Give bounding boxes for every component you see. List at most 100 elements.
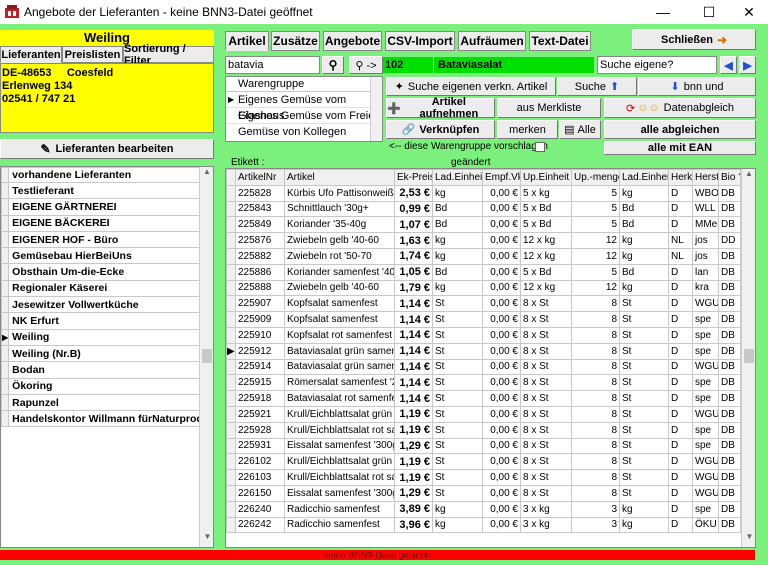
article-grid-scrollbar[interactable]: ▲ ▼ — [741, 169, 755, 547]
table-row[interactable]: 225928 Krull/Eichblattsalat rot sam 1,19 €… — [226, 421, 741, 439]
supplier-row[interactable]: EIGENER HOF - Büro — [1, 230, 213, 249]
search-next-button[interactable]: ⚲ -> — [349, 56, 383, 74]
next-arrow-button[interactable]: ▶ — [739, 56, 756, 74]
supplier-row[interactable]: Testlieferant — [1, 181, 213, 200]
tab-aufraeumen[interactable]: Aufräumen — [458, 31, 526, 51]
tab-csv-import[interactable]: CSV-Import — [385, 31, 455, 51]
alle-mit-ean-button[interactable]: alle mit EAN — [604, 141, 756, 155]
prev-arrow-button[interactable]: ◀ — [720, 56, 737, 74]
tab-zusaetze[interactable]: Zusätze — [271, 31, 320, 51]
supplier-row[interactable]: ▶ Weiling — [1, 328, 213, 346]
scroll-down-icon[interactable]: ▼ — [200, 532, 213, 541]
supplier-row[interactable]: Ökoring — [1, 377, 213, 395]
table-row[interactable]: 225882 Zwiebeln rot '50-70 1,74 € kg 0,00 €1… — [226, 247, 741, 265]
tab-artikel[interactable]: Artikel — [225, 31, 269, 51]
warengruppe-item[interactable]: ▶ Eigenes Gemüse vom Glashaus — [226, 92, 382, 122]
table-row[interactable]: 225921 Krull/Eichblattsalat grün sa 1,19 €… — [226, 405, 741, 423]
supplier-row[interactable]: Gemüsebau HierBeiUns — [1, 247, 213, 265]
table-cell: MMei — [692, 216, 719, 234]
table-row[interactable]: 226242 Radicchio samenfest 3,96 € kg 0,00 €3… — [226, 516, 741, 534]
supplier-row[interactable]: EIGENE GÄRTNEREI — [1, 198, 213, 216]
suche-eigene-input[interactable]: Suche eigene? — [597, 56, 717, 74]
supplier-row[interactable]: Rapunzel — [1, 393, 213, 412]
tab-angebote[interactable]: Angebote — [323, 31, 382, 51]
table-row[interactable]: 226102 Krull/Eichblattsalat grün sa 1,19 €… — [226, 453, 741, 471]
table-row[interactable]: 225910 Kopfsalat rot samenfest 1,14 € St 0,0… — [226, 326, 741, 344]
tab-sortierung-filter[interactable]: Sortierung / Filter — [123, 43, 214, 67]
datenabgleich-button[interactable]: ⟳ ☺☺ Datenabgleich — [604, 98, 756, 118]
scroll-thumb[interactable] — [202, 349, 212, 363]
supplier-row[interactable]: Regionaler Käserei — [1, 279, 213, 298]
close-icon[interactable]: ✕ — [728, 0, 768, 24]
table-row[interactable]: 225843 Schnittlauch '30g+ 0,99 € Bd 0,00 €5 … — [226, 200, 741, 218]
supplier-row[interactable]: Obsthain Um-die-Ecke — [1, 263, 213, 281]
supplier-row[interactable]: Weiling (Nr.B) — [1, 344, 213, 363]
supplier-row[interactable]: Handelskontor Willmann fürNaturproduk — [1, 410, 213, 428]
column-header[interactable]: Ek-Preis — [394, 169, 433, 186]
table-row[interactable]: 225888 Zwiebeln gelb '40-60 1,79 € kg 0,00 €… — [226, 279, 741, 297]
warengruppe-item[interactable]: Gemüse von Kollegen — [226, 124, 382, 140]
search-input[interactable]: batavia — [225, 56, 320, 74]
table-row[interactable]: 225828Kürbis Ufo Pattisonweiß sa2,53 €kg… — [226, 184, 741, 202]
row-pointer-icon: ▶ — [228, 95, 235, 104]
table-cell: 0,00 € — [482, 232, 521, 249]
minimize-icon[interactable]: — — [642, 0, 684, 24]
supplier-row[interactable]: Jesewitzer Vollwertküche — [1, 296, 213, 314]
column-header[interactable]: Up.-menge — [571, 169, 620, 186]
supplier-row[interactable]: EIGENE BÄCKEREI — [1, 214, 213, 232]
column-header[interactable]: Up.Einheit — [520, 169, 572, 186]
column-header[interactable]: Lad.Einheit — [432, 169, 483, 186]
table-row[interactable]: 225907 Kopfsalat samenfest 1,14 € St 0,00 €8… — [226, 295, 741, 313]
table-row[interactable]: ▶ 225912 Bataviasalat grün samenfe 1,14 € St… — [226, 342, 741, 360]
table-row[interactable]: 225886 Koriander samenfest '40g 1,05 € Bd 0,… — [226, 263, 741, 281]
table-row[interactable]: 225909 Kopfsalat samenfest 1,14 € St 0,00 €8… — [226, 311, 741, 328]
column-header[interactable]: Lad.Einheit — [619, 169, 669, 186]
supplier-row[interactable]: NK Erfurt — [1, 312, 213, 330]
warengruppe-scrollbar[interactable] — [370, 77, 382, 141]
table-cell: DB — [718, 263, 741, 281]
supplier-list-scrollbar[interactable]: ▲ ▼ — [199, 167, 213, 547]
column-header[interactable]: Empf.Vk — [482, 169, 521, 186]
table-cell: 1,19 € — [394, 453, 433, 471]
supplier-row[interactable]: Bodan — [1, 361, 213, 379]
aus-merkliste-button[interactable]: aus Merkliste — [497, 98, 601, 118]
tab-preislisten[interactable]: Preislisten — [62, 46, 123, 63]
suche-eigenen-button[interactable]: ✦ Suche eigenen verkn. Artikel — [386, 77, 556, 96]
table-cell: 226150 — [235, 484, 285, 502]
tab-lieferanten[interactable]: Lieferanten — [0, 46, 62, 63]
bnn-und-button[interactable]: ⬇ bnn und — [638, 77, 756, 96]
column-header[interactable]: ArtikelNr — [235, 169, 285, 186]
close-button[interactable]: Schließen ➜ — [632, 29, 756, 50]
table-cell: 8 — [571, 453, 620, 471]
scroll-up-icon[interactable]: ▲ — [742, 169, 755, 178]
verknuepfen-button[interactable]: 🔗 Verknüpfen — [386, 120, 495, 139]
maximize-icon[interactable]: ☐ — [688, 0, 730, 24]
warengruppe-vorschlagen-checkbox[interactable] — [535, 142, 545, 152]
scroll-thumb[interactable] — [744, 349, 754, 363]
search-button[interactable]: ⚲ — [322, 56, 344, 74]
tab-text-datei[interactable]: Text-Datei — [529, 31, 591, 51]
alle-button[interactable]: ▤ Alle — [559, 120, 601, 139]
table-cell: 226240 — [235, 500, 285, 518]
table-row[interactable]: 226150 Eissalat samenfest '300g+ 1,29 € St 0… — [226, 484, 741, 502]
suche-button[interactable]: Suche ⬆ — [557, 77, 637, 96]
artikel-aufnehmen-button[interactable]: ➕ Artikel aufnehmen — [386, 96, 495, 120]
table-row[interactable]: 225876 Zwiebeln gelb '40-60 1,63 € kg 0,00 €… — [226, 232, 741, 249]
table-row[interactable]: 225915 Römersalat samenfest '25 1,14 € St 0,… — [226, 374, 741, 392]
table-row[interactable]: 225914 Bataviasalat grün samenfe 1,14 € St 0… — [226, 358, 741, 376]
table-row[interactable]: 226103 Krull/Eichblattsalat rot sam 1,19 €… — [226, 469, 741, 486]
table-row[interactable]: 226240 Radicchio samenfest 3,89 € kg 0,00 €3… — [226, 500, 741, 518]
column-header[interactable]: Artikel — [284, 169, 395, 186]
table-cell: jos — [692, 247, 719, 265]
table-row[interactable]: 225931 Eissalat samenfest '300g+ 1,29 € St 0… — [226, 437, 741, 455]
column-header[interactable]: Herk — [668, 169, 693, 186]
merken-button[interactable]: merken — [497, 120, 558, 139]
scroll-down-icon[interactable]: ▼ — [742, 532, 755, 541]
scroll-up-icon[interactable]: ▲ — [200, 167, 213, 176]
alle-abgleichen-button[interactable]: alle abgleichen — [604, 120, 756, 139]
column-header[interactable]: Herst — [692, 169, 719, 186]
table-row[interactable]: 225849 Koriander '35-40g 1,07 € Bd 0,00 €5 x… — [226, 216, 741, 234]
column-header[interactable]: Bio ? — [718, 169, 741, 186]
table-row[interactable]: 225918 Bataviasalat rot samenfest 1,14 € St… — [226, 390, 741, 407]
edit-suppliers-button[interactable]: ✎ Lieferanten bearbeiten — [0, 139, 214, 159]
